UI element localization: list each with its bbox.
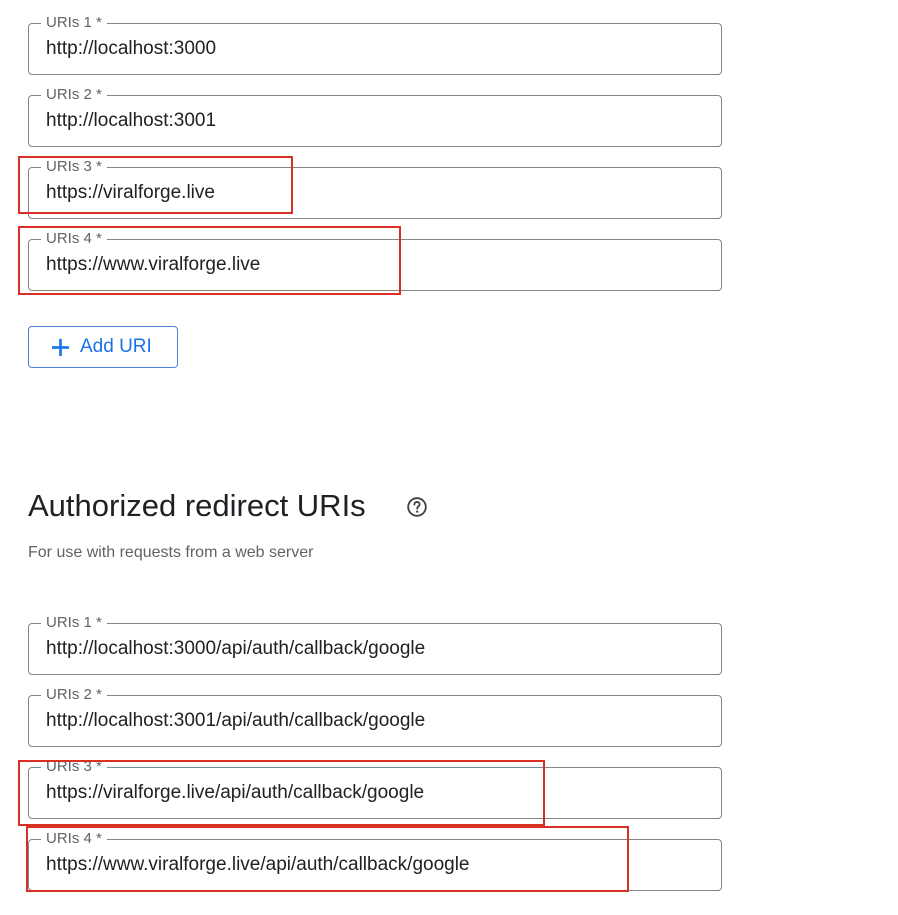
redirect-uri-label-3: URIs 3 * [41,759,107,775]
redirect-uri-input-2[interactable]: http://localhost:3001/api/auth/callback/… [46,710,425,732]
redirect-uri-label-4: URIs 4 * [41,831,107,847]
add-uri-button-label: Add URI [80,336,152,357]
origin-uri-input-1[interactable]: http://localhost:3000 [46,38,216,60]
redirect-uri-input-4[interactable]: https://www.viralforge.live/api/auth/cal… [46,854,470,876]
redirect-uri-field-4[interactable]: URIs 4 * https://www.viralforge.live/api… [28,831,722,891]
redirect-uri-field-1[interactable]: URIs 1 * http://localhost:3000/api/auth/… [28,615,722,675]
section-title: Authorized redirect URIs [28,488,366,523]
redirect-uri-label-1: URIs 1 * [41,615,107,631]
plus-icon [51,338,70,356]
add-uri-button[interactable]: Add URI [28,326,178,368]
oauth-client-uris-page: URIs 1 * http://localhost:3000 URIs 2 * … [0,0,898,915]
origin-uri-label-4: URIs 4 * [41,231,107,247]
redirect-uri-label-2: URIs 2 * [41,687,107,703]
origin-uri-field-3[interactable]: URIs 3 * https://viralforge.live [28,159,722,219]
help-circle-icon[interactable] [406,496,428,518]
origin-uri-label-3: URIs 3 * [41,159,107,175]
section-description: For use with requests from a web server [28,544,314,561]
redirect-uri-input-1[interactable]: http://localhost:3000/api/auth/callback/… [46,638,425,660]
origin-uri-field-1[interactable]: URIs 1 * http://localhost:3000 [28,15,722,75]
origin-uri-input-4[interactable]: https://www.viralforge.live [46,254,260,276]
origin-uri-input-2[interactable]: http://localhost:3001 [46,110,216,132]
redirect-uri-field-2[interactable]: URIs 2 * http://localhost:3001/api/auth/… [28,687,722,747]
redirect-uri-field-3[interactable]: URIs 3 * https://viralforge.live/api/aut… [28,759,722,819]
redirect-uri-input-3[interactable]: https://viralforge.live/api/auth/callbac… [46,782,424,804]
origin-uri-label-1: URIs 1 * [41,15,107,31]
origin-uri-input-3[interactable]: https://viralforge.live [46,182,215,204]
origin-uri-field-2[interactable]: URIs 2 * http://localhost:3001 [28,87,722,147]
origin-uri-field-4[interactable]: URIs 4 * https://www.viralforge.live [28,231,722,291]
origin-uri-label-2: URIs 2 * [41,87,107,103]
